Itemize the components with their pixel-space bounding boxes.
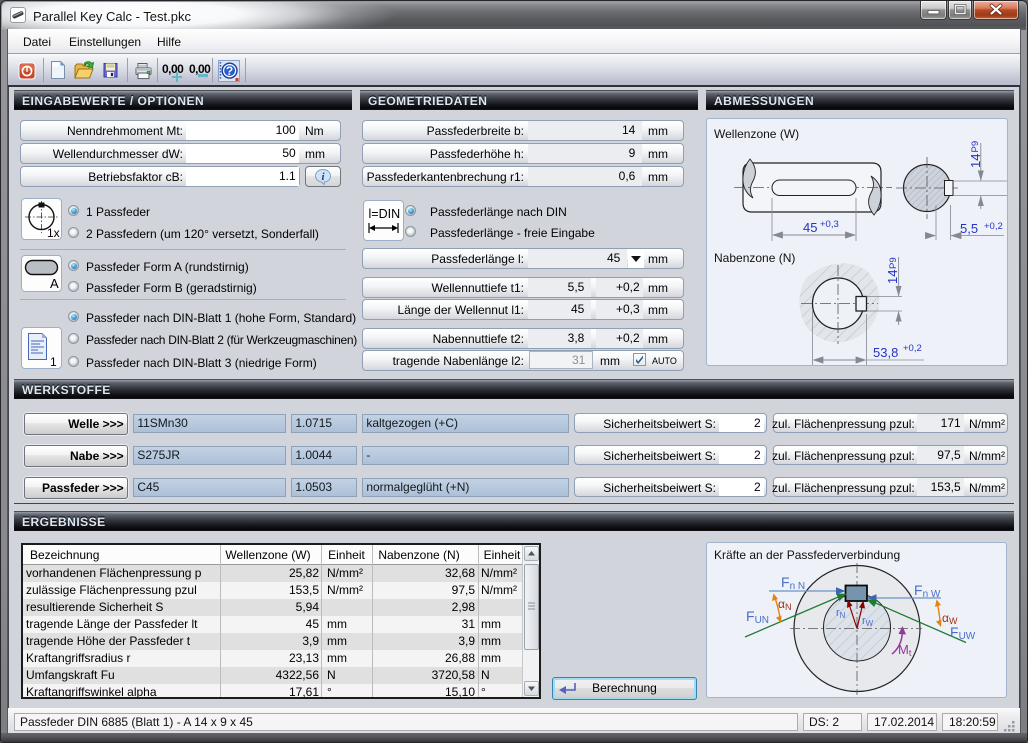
svg-text:Kräfte an der Passfederverbind: Kräfte an der Passfederverbindung (714, 548, 900, 562)
svg-text:+0,3: +0,3 (820, 219, 839, 230)
svg-text:53,8: 53,8 (873, 345, 898, 360)
svg-text:?: ? (226, 64, 233, 78)
svg-text:P9: P9 (970, 141, 981, 153)
svg-text:14: 14 (968, 154, 983, 168)
svg-text:FUN: FUN (746, 608, 769, 626)
svg-text:Fn W: Fn W (914, 582, 941, 600)
svg-text:αN: αN (778, 597, 791, 612)
svg-text:αW: αW (942, 611, 958, 626)
svg-text:+0,2: +0,2 (903, 343, 922, 354)
svg-text:l=DIN: l=DIN (369, 207, 401, 221)
svg-text:Wellenzone (W): Wellenzone (W) (714, 127, 799, 141)
svg-text:Nabenzone (N): Nabenzone (N) (714, 251, 795, 265)
svg-text:14: 14 (885, 270, 900, 284)
svg-text:5,5: 5,5 (960, 221, 978, 236)
svg-text:FUW: FUW (950, 624, 976, 642)
svg-text:1x: 1x (47, 226, 60, 239)
svg-text:P9: P9 (888, 257, 899, 269)
svg-text:A: A (50, 276, 59, 291)
svg-text:Fn N: Fn N (781, 574, 805, 592)
svg-text:1: 1 (50, 355, 57, 368)
svg-text:45: 45 (803, 220, 817, 235)
svg-text:+0,2: +0,2 (984, 221, 1003, 232)
